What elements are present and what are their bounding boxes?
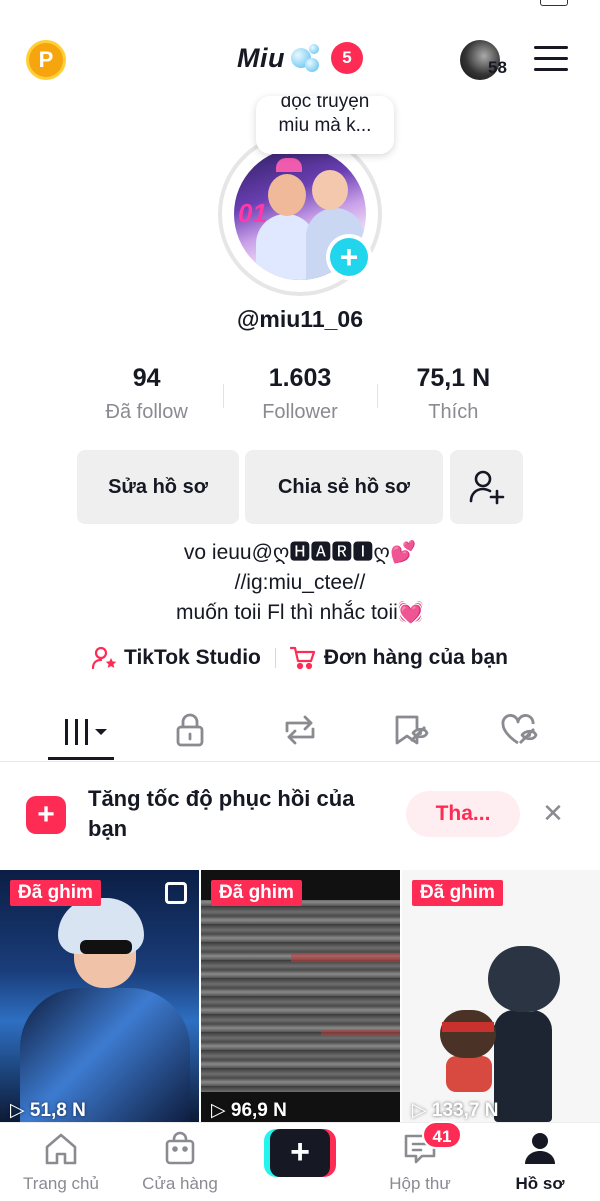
orders-link[interactable]: Đơn hàng của bạn [289, 646, 508, 670]
video-thumbnail[interactable]: Đã ghim ▷ 133,7 N [402, 870, 600, 1122]
battery-icon [540, 0, 568, 6]
create-button[interactable]: + [264, 1129, 336, 1177]
lock-icon [176, 713, 204, 747]
pinned-badge: Đã ghim [10, 880, 101, 906]
tab-private[interactable] [150, 708, 230, 752]
medkit-icon: + [26, 796, 66, 834]
home-icon [45, 1133, 77, 1165]
stat-likes[interactable]: 75,1 N Thích [376, 364, 530, 434]
stat-label: Thích [428, 401, 479, 423]
profile-header: P Miu 5 58 [0, 30, 600, 94]
account-title: Miu [237, 42, 285, 73]
bio-line: muốn toii Fl thì nhắc toii💓 [176, 601, 424, 624]
repost-icon [285, 715, 315, 745]
stat-following[interactable]: 94 Đã follow [70, 364, 223, 434]
share-profile-button[interactable]: Chia sẻ hồ sơ [245, 450, 443, 524]
promo-text: Tăng tốc độ phục hồi của bạn [88, 786, 355, 841]
promo-action-button[interactable]: Tha... [406, 791, 520, 837]
story-count: 58 [488, 58, 507, 77]
nav-home[interactable]: Trang chủ [6, 1131, 116, 1194]
video-thumbnail[interactable]: Đã ghim ▷ 51,8 N [0, 870, 199, 1122]
bio-line: //ig:miu_ctee// [234, 571, 366, 594]
pinned-badge: Đã ghim [211, 880, 302, 906]
active-tab-indicator [48, 757, 114, 760]
shop-bag-icon [165, 1131, 195, 1165]
tab-reposts[interactable] [260, 708, 340, 752]
tiktok-studio-label: TikTok Studio [124, 646, 261, 669]
view-count: ▷ 96,9 N [211, 1100, 287, 1121]
stat-label: Đã follow [105, 401, 188, 423]
close-icon[interactable]: ✕ [538, 798, 568, 828]
profile-bio: vo ieuu@ღ🅷🅰🆁🅸ღ💕 //ig:miu_ctee// muốn toi… [0, 538, 600, 628]
tab-videos[interactable] [44, 708, 124, 752]
add-friend-button[interactable] [450, 450, 523, 524]
pinned-badge: Đã ghim [412, 880, 503, 906]
stat-value: 1.603 [268, 364, 332, 392]
stat-label: Follower [262, 401, 338, 423]
bottom-navigation: Trang chủ Cửa hàng + Hộp thư 41 Hồ sơ [0, 1121, 600, 1201]
grid-icon [65, 719, 107, 745]
note-line: đọc truyện [280, 96, 370, 112]
profile-note-bubble[interactable]: đọc truyện miu mà k... [256, 96, 394, 154]
nav-shop-label: Cửa hàng [142, 1174, 218, 1193]
bio-line: vo ieuu@ღ🅷🅰🆁🅸ღ💕 [183, 541, 417, 564]
nav-shop[interactable]: Cửa hàng [125, 1131, 235, 1194]
tab-liked[interactable] [480, 708, 560, 752]
bubbles-icon [289, 42, 323, 74]
nav-profile[interactable]: Hồ sơ [485, 1131, 595, 1194]
view-count-value: 133,7 N [431, 1100, 499, 1121]
notification-badge[interactable]: 5 [331, 42, 363, 74]
edit-profile-button[interactable]: Sửa hồ sơ [77, 450, 239, 524]
inbox-badge: 41 [422, 1121, 462, 1149]
orders-label: Đơn hàng của bạn [323, 646, 508, 669]
profile-links: TikTok Studio Đơn hàng của bạn [0, 646, 600, 670]
view-count: ▷ 51,8 N [10, 1100, 86, 1121]
studio-icon [92, 646, 117, 670]
profile-icon [525, 1133, 555, 1164]
plus-icon: + [330, 238, 368, 276]
add-user-icon [469, 470, 504, 505]
tab-favorites[interactable] [370, 708, 450, 752]
plus-icon: + [270, 1129, 330, 1177]
video-grid: Đã ghim ▷ 51,8 N Đã ghim ▷ 96,9 N Đã ghi… [0, 870, 600, 1122]
menu-icon[interactable] [534, 46, 568, 74]
status-bar [0, 0, 600, 14]
links-divider [274, 648, 276, 668]
add-avatar-button[interactable]: + [326, 234, 372, 280]
username-handle: @miu11_06 [236, 306, 363, 332]
profile-stats: 94 Đã follow 1.603 Follower 75,1 N Thích [70, 364, 530, 434]
nav-profile-label: Hồ sơ [515, 1174, 565, 1193]
view-count-value: 51,8 N [29, 1100, 86, 1121]
stat-value: 94 [132, 364, 161, 392]
favorites-icon [395, 715, 429, 745]
note-line: miu mà k... [278, 115, 372, 136]
nav-home-label: Trang chủ [23, 1174, 99, 1193]
promo-banner: + Tăng tốc độ phục hồi của bạn Tha... ✕ [0, 762, 600, 868]
stat-followers[interactable]: 1.603 Follower [223, 364, 376, 434]
video-thumbnail[interactable]: Đã ghim ▷ 96,9 N [201, 870, 400, 1122]
content-tabs [0, 700, 600, 762]
nav-inbox-label: Hộp thư [389, 1174, 451, 1193]
tiktok-studio-link[interactable]: TikTok Studio [92, 646, 261, 670]
liked-icon [501, 714, 538, 745]
account-switcher[interactable]: Miu 5 [0, 42, 600, 74]
view-count: ▷ 133,7 N [412, 1100, 499, 1121]
view-count-value: 96,9 N [230, 1100, 287, 1121]
cart-icon [289, 646, 315, 670]
stat-value: 75,1 N [416, 364, 491, 392]
multi-photo-icon [165, 882, 187, 904]
